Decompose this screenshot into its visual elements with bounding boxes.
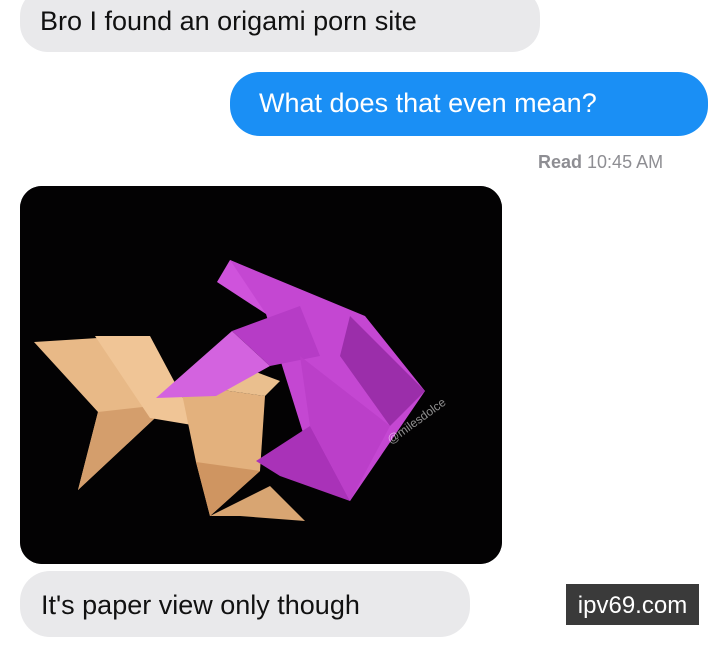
message-text: It's paper view only though	[41, 590, 360, 620]
message-text: What does that even mean?	[259, 88, 597, 118]
watermark-text: ipv69.com	[577, 592, 688, 619]
read-receipt-time: 10:45 AM	[587, 152, 664, 172]
outgoing-message-bubble[interactable]: What does that even mean?	[230, 72, 708, 136]
photo-message[interactable]: @milesdolce	[20, 186, 502, 564]
site-watermark: ipv69.com	[566, 584, 699, 625]
incoming-message-bubble[interactable]: It's paper view only though	[20, 571, 470, 637]
message-text: Bro I found an origami porn site	[40, 6, 417, 36]
read-receipt-label: Read	[538, 152, 583, 172]
read-receipt: Read 10:45 AM	[538, 152, 663, 173]
origami-photo	[20, 186, 502, 564]
incoming-message-bubble[interactable]: Bro I found an origami porn site	[20, 0, 540, 52]
